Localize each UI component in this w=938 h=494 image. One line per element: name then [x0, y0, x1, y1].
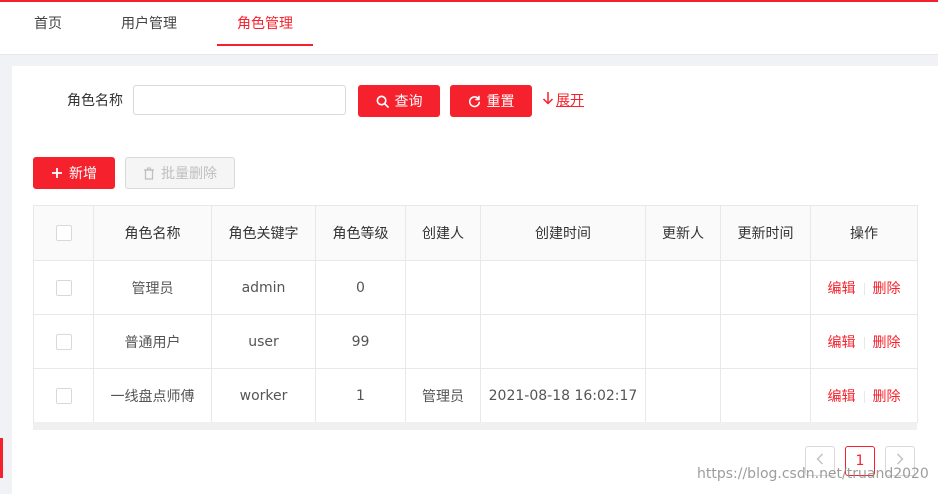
- delete-link[interactable]: 删除: [873, 389, 901, 405]
- role-name-input[interactable]: [133, 85, 346, 115]
- edit-link[interactable]: 编辑: [828, 389, 856, 405]
- header-role-name: 角色名称: [93, 205, 212, 261]
- cell-role-key: worker: [211, 368, 316, 423]
- row-checkbox[interactable]: [55, 279, 72, 296]
- add-button-label: 新增: [69, 166, 97, 182]
- tab-bar: 首页 用户管理 角色管理: [0, 2, 938, 55]
- cell-updater: [645, 314, 721, 369]
- cell-role-name: 一线盘点师傅: [93, 368, 212, 423]
- cell-actions: 编辑 删除: [810, 368, 918, 423]
- arrow-down-icon: [542, 90, 554, 112]
- add-button[interactable]: 新增: [33, 157, 115, 189]
- action-divider: [863, 390, 865, 403]
- batch-delete-button[interactable]: 批量删除: [125, 157, 235, 189]
- search-icon: [376, 95, 389, 108]
- header-updated-time: 更新时间: [720, 205, 811, 261]
- action-divider: [863, 282, 865, 295]
- cell-role-key: admin: [211, 260, 316, 315]
- row-checkbox[interactable]: [55, 387, 72, 404]
- cell-updated-time: [720, 368, 811, 423]
- header-role-level: 角色等级: [315, 205, 406, 261]
- cell-created-time: 2021-08-18 16:02:17: [480, 368, 646, 423]
- cell-role-key: user: [211, 314, 316, 369]
- cell-role-name: 管理员: [93, 260, 212, 315]
- header-created-time: 创建时间: [480, 205, 646, 261]
- cell-role-level: 0: [315, 260, 406, 315]
- cell-updated-time: [720, 260, 811, 315]
- header-actions: 操作: [810, 205, 918, 261]
- roles-table: 角色名称 角色关键字 角色等级 创建人 创建时间 更新人 更新时间 操作 管理员…: [33, 205, 918, 423]
- cell-creator: [405, 314, 481, 369]
- cell-role-name: 普通用户: [93, 314, 212, 369]
- reload-icon: [468, 95, 481, 108]
- row-select-cell: [33, 314, 94, 369]
- cell-created-time: [480, 260, 646, 315]
- cell-updater: [645, 260, 721, 315]
- select-all-checkbox[interactable]: [55, 225, 72, 241]
- edit-link[interactable]: 编辑: [828, 281, 856, 297]
- header-creator: 创建人: [405, 205, 481, 261]
- tab-user-management[interactable]: 用户管理: [121, 2, 177, 46]
- cell-role-level: 99: [315, 314, 406, 369]
- delete-link[interactable]: 删除: [873, 281, 901, 297]
- cell-updated-time: [720, 314, 811, 369]
- cell-updater: [645, 368, 721, 423]
- row-select-cell: [33, 368, 94, 423]
- row-checkbox[interactable]: [55, 333, 72, 350]
- table-row: 一线盘点师傅 worker 1 管理员 2021-08-18 16:02:17 …: [33, 368, 918, 423]
- active-tab-indicator: [217, 44, 313, 46]
- plus-icon: [51, 167, 63, 179]
- table-row: 普通用户 user 99 编辑 删除: [33, 314, 918, 369]
- row-select-cell: [33, 260, 94, 315]
- tab-role-management[interactable]: 角色管理: [237, 2, 293, 46]
- batch-delete-button-label: 批量删除: [161, 166, 217, 182]
- edit-link[interactable]: 编辑: [828, 335, 856, 351]
- expand-link-label: 展开: [556, 93, 584, 109]
- role-name-label: 角色名称: [67, 93, 123, 109]
- left-edge-marker: [0, 438, 3, 478]
- action-divider: [863, 336, 865, 349]
- header-role-key: 角色关键字: [211, 205, 316, 261]
- cell-created-time: [480, 314, 646, 369]
- query-button[interactable]: 查询: [358, 85, 440, 117]
- cell-creator: [405, 260, 481, 315]
- delete-link[interactable]: 删除: [873, 335, 901, 351]
- cell-actions: 编辑 删除: [810, 260, 918, 315]
- query-button-label: 查询: [394, 94, 423, 110]
- cell-role-level: 1: [315, 368, 406, 423]
- table-header-row: 角色名称 角色关键字 角色等级 创建人 创建时间 更新人 更新时间 操作: [33, 205, 918, 261]
- reset-button-label: 重置: [486, 94, 515, 110]
- cell-actions: 编辑 删除: [810, 314, 918, 369]
- header-updater: 更新人: [645, 205, 721, 261]
- reset-button[interactable]: 重置: [450, 85, 532, 117]
- table-row: 管理员 admin 0 编辑 删除: [33, 260, 918, 315]
- cell-creator: 管理员: [405, 368, 481, 423]
- table-horizontal-scrollbar[interactable]: [33, 422, 917, 430]
- select-all-cell: [33, 205, 94, 261]
- expand-link[interactable]: 展开: [542, 90, 584, 112]
- watermark-text: https://blog.csdn.net/truand2020: [697, 466, 929, 482]
- tab-home[interactable]: 首页: [34, 2, 62, 46]
- trash-icon: [143, 166, 155, 180]
